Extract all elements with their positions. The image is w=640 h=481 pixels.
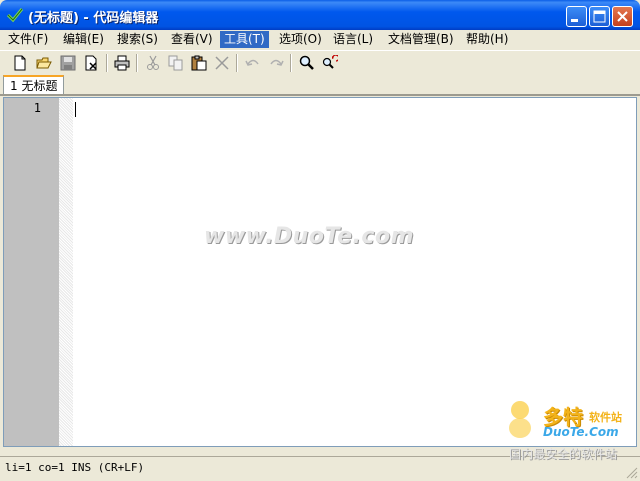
tab-divider — [0, 94, 640, 96]
duote-logo: 多特 软件站 DuoTe.Com 国内最安全的软件站 — [505, 398, 640, 468]
menu-document-manager[interactable]: 文档管理(B) — [384, 31, 458, 48]
menu-view[interactable]: 查看(V) — [167, 31, 217, 48]
undo-button[interactable] — [243, 53, 263, 73]
open-button[interactable] — [34, 53, 54, 73]
delete-button[interactable] — [212, 53, 232, 73]
menu-bar: 文件(F) 编辑(E) 搜索(S) 查看(V) 工具(T) 选项(O) 语言(L… — [0, 30, 640, 49]
undo-icon — [245, 59, 259, 66]
watermark-text: www.DuoTe.com — [204, 224, 414, 249]
toolbar-separator — [106, 54, 108, 72]
text-caret — [75, 102, 76, 117]
mascot-icon — [509, 401, 531, 438]
editor-text-area[interactable] — [73, 98, 636, 446]
title-bar[interactable]: (无标题) - 代码编辑器 — [0, 0, 640, 30]
paste-icon — [191, 55, 207, 71]
menu-options[interactable]: 选项(O) — [275, 31, 326, 48]
menu-help[interactable]: 帮助(H) — [462, 31, 512, 48]
code-editor[interactable]: 1 www.DuoTe.com — [3, 97, 637, 447]
toolbar — [0, 50, 640, 75]
toolbar-separator — [236, 54, 238, 72]
line-number-gutter: 1 — [4, 98, 59, 446]
save-button[interactable] — [58, 53, 78, 73]
minimize-button[interactable] — [566, 6, 587, 27]
document-tab-strip: 1 无标题 — [0, 75, 640, 95]
close-icon — [617, 11, 628, 22]
status-text: li=1 co=1 INS (CR+LF) — [5, 461, 145, 474]
find-icon — [299, 55, 314, 70]
resize-grip-icon[interactable] — [626, 467, 638, 479]
logo-tagline: 国内最安全的软件站 — [509, 447, 618, 461]
document-tab[interactable]: 1 无标题 — [3, 75, 65, 95]
fold-margin[interactable] — [59, 98, 73, 446]
maximize-icon — [593, 10, 606, 23]
tab-number: 1 — [10, 79, 18, 93]
menu-search[interactable]: 搜索(S) — [113, 31, 162, 48]
cut-button[interactable] — [143, 53, 163, 73]
maximize-button[interactable] — [589, 6, 610, 27]
copy-icon — [168, 55, 183, 71]
menu-file[interactable]: 文件(F) — [4, 31, 52, 48]
close-file-icon — [85, 55, 97, 71]
menu-edit[interactable]: 编辑(E) — [59, 31, 108, 48]
print-button[interactable] — [112, 53, 132, 73]
app-checkmark-icon — [7, 8, 23, 23]
logo-software-station: 软件站 — [589, 411, 622, 424]
window-title: (无标题) - 代码编辑器 — [28, 11, 159, 26]
replace-icon — [322, 55, 338, 69]
toolbar-separator — [136, 54, 138, 72]
line-number: 1 — [33, 101, 41, 115]
toolbar-separator — [290, 54, 292, 72]
find-button[interactable] — [297, 53, 317, 73]
close-button[interactable] — [612, 6, 633, 27]
copy-button[interactable] — [166, 53, 186, 73]
new-file-button[interactable] — [10, 53, 30, 73]
close-file-button[interactable] — [82, 53, 102, 73]
tab-label: 无标题 — [21, 79, 58, 93]
redo-icon — [270, 59, 284, 66]
logo-english-text: DuoTe.Com — [543, 425, 619, 439]
minimize-icon — [571, 19, 578, 22]
paste-button[interactable] — [189, 53, 209, 73]
replace-button[interactable] — [320, 53, 340, 73]
print-icon — [114, 55, 130, 71]
open-folder-icon — [36, 57, 52, 69]
save-icon — [60, 55, 76, 71]
new-file-icon — [14, 55, 26, 71]
menu-language[interactable]: 语言(L) — [329, 31, 377, 48]
delete-icon — [215, 56, 229, 70]
menu-tools[interactable]: 工具(T) — [220, 31, 269, 48]
cut-icon — [147, 55, 159, 70]
redo-button[interactable] — [266, 53, 286, 73]
